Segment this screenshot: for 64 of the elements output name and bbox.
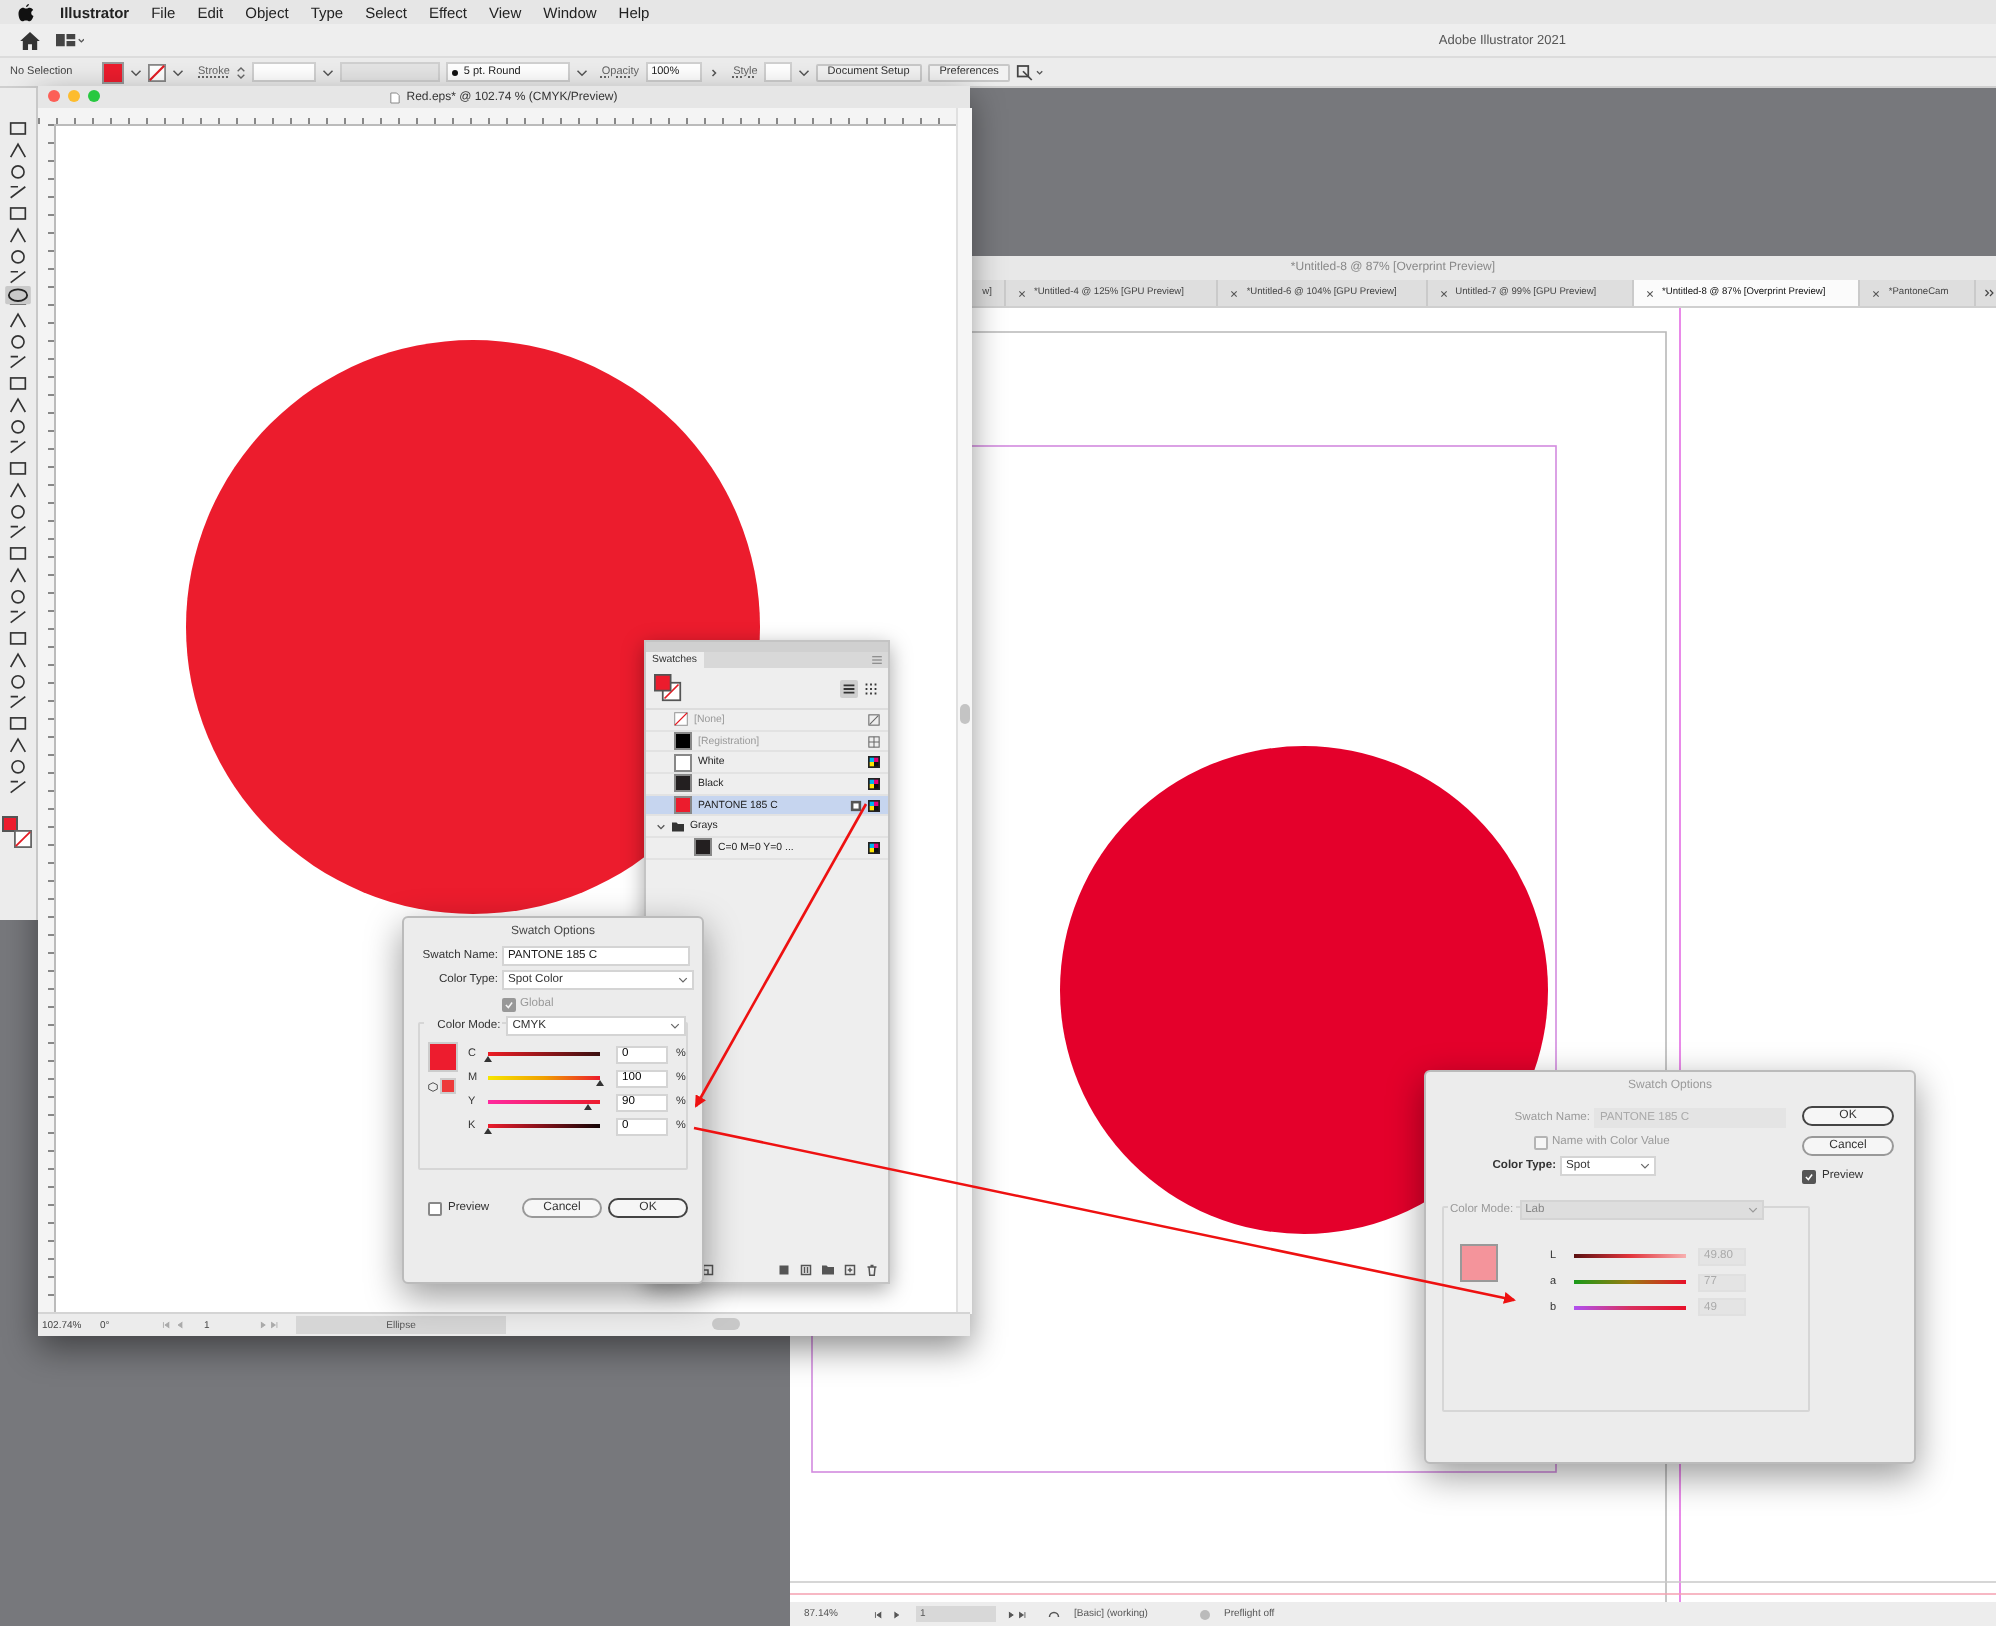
workspace-icon[interactable] [56,33,84,47]
none-swatch-icon [674,712,688,727]
slider-track[interactable] [1574,1305,1686,1310]
stroke-swatch[interactable] [148,63,166,81]
swatch-options-icon[interactable] [800,1264,812,1276]
close-icon[interactable] [1230,289,1239,297]
spot-color-icon [850,799,862,812]
dropdown-icon[interactable] [130,67,142,77]
dropdown-icon[interactable] [575,67,588,77]
scrollbar[interactable] [956,108,972,1314]
gamut-swatch[interactable] [440,1078,456,1094]
chevron-icon[interactable] [1984,288,1996,298]
cmyk-mode-icon [868,841,880,854]
arrange-icon[interactable] [1016,63,1045,81]
slider-thumb[interactable] [484,1128,492,1134]
dropdown-icon[interactable] [797,67,810,77]
color-preview [1460,1244,1498,1282]
fill-swatch[interactable] [2,816,18,832]
stroke-weight-field[interactable] [251,62,316,82]
dropdown-icon[interactable] [172,67,184,77]
status-dot-icon [1200,1609,1210,1619]
cmyk-mode-icon [868,777,880,790]
folder-icon [672,821,684,832]
checkbox[interactable] [428,1201,442,1215]
list-view-icon[interactable] [840,679,858,697]
checkbox[interactable] [502,997,516,1011]
swatch-kind-icon[interactable] [778,1264,790,1276]
not-editable-icon [868,713,880,726]
dropdown-icon[interactable] [321,67,334,77]
variable-width-field[interactable] [339,62,440,82]
slider-thumb[interactable] [484,1056,492,1062]
apple-icon[interactable] [18,3,34,21]
registration-icon [868,735,880,748]
caret-icon[interactable] [656,821,666,832]
chevron-icon [670,1022,680,1030]
close-icon[interactable] [1872,289,1881,297]
cmyk-mode-icon [868,756,880,769]
slider-track[interactable] [1574,1254,1686,1259]
grid-view-icon[interactable] [862,679,880,697]
trash-icon[interactable] [866,1264,878,1276]
new-swatch-icon[interactable] [844,1264,856,1276]
chevron-icon [678,976,688,984]
document-icon [390,91,401,103]
color-preview [428,1042,458,1072]
spinner-icon[interactable] [235,63,246,81]
close-icon[interactable] [1439,289,1448,297]
sync-icon[interactable] [1048,1608,1060,1620]
style-field[interactable] [763,62,792,82]
cmyk-mode-icon [868,799,880,812]
cube-icon[interactable] [428,1081,438,1091]
folder-icon[interactable] [822,1264,834,1276]
checkbox[interactable] [1802,1169,1816,1183]
slider-thumb[interactable] [596,1080,604,1086]
chevron-icon [1747,1206,1758,1214]
slider-thumb[interactable] [584,1104,593,1110]
library-icon[interactable] [702,1264,714,1276]
stroke-swatch[interactable] [14,830,32,848]
fill-swatch[interactable] [102,61,124,83]
slider-track[interactable] [1574,1280,1686,1285]
close-icon[interactable] [1646,289,1655,297]
home-icon[interactable] [20,31,40,49]
chevron-icon [1640,1162,1650,1170]
fill-stroke-icon[interactable] [654,674,682,702]
close-icon[interactable] [1017,289,1026,297]
